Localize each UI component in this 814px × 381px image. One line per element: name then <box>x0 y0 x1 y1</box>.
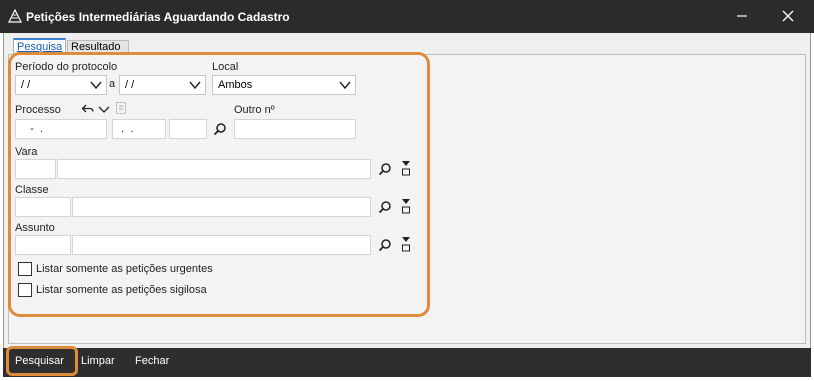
window-body: Pesquisa Resultado Período do protocolo … <box>3 33 811 348</box>
bottom-edge <box>0 377 814 381</box>
close-icon <box>782 10 794 22</box>
pesquisar-highlight <box>6 346 78 376</box>
close-button[interactable] <box>776 6 800 26</box>
window-title: Petições Intermediárias Aguardando Cadas… <box>26 10 290 24</box>
minimize-icon <box>737 15 747 17</box>
title-bar: Petições Intermediárias Aguardando Cadas… <box>0 0 814 33</box>
action-bar: Pesquisar Limpar Fechar <box>3 348 811 377</box>
limpar-button[interactable]: Limpar <box>81 355 115 367</box>
triangle-logo-icon <box>8 9 22 23</box>
minimize-button[interactable] <box>730 6 754 26</box>
form-highlight <box>8 52 430 317</box>
fechar-button[interactable]: Fechar <box>135 355 169 367</box>
